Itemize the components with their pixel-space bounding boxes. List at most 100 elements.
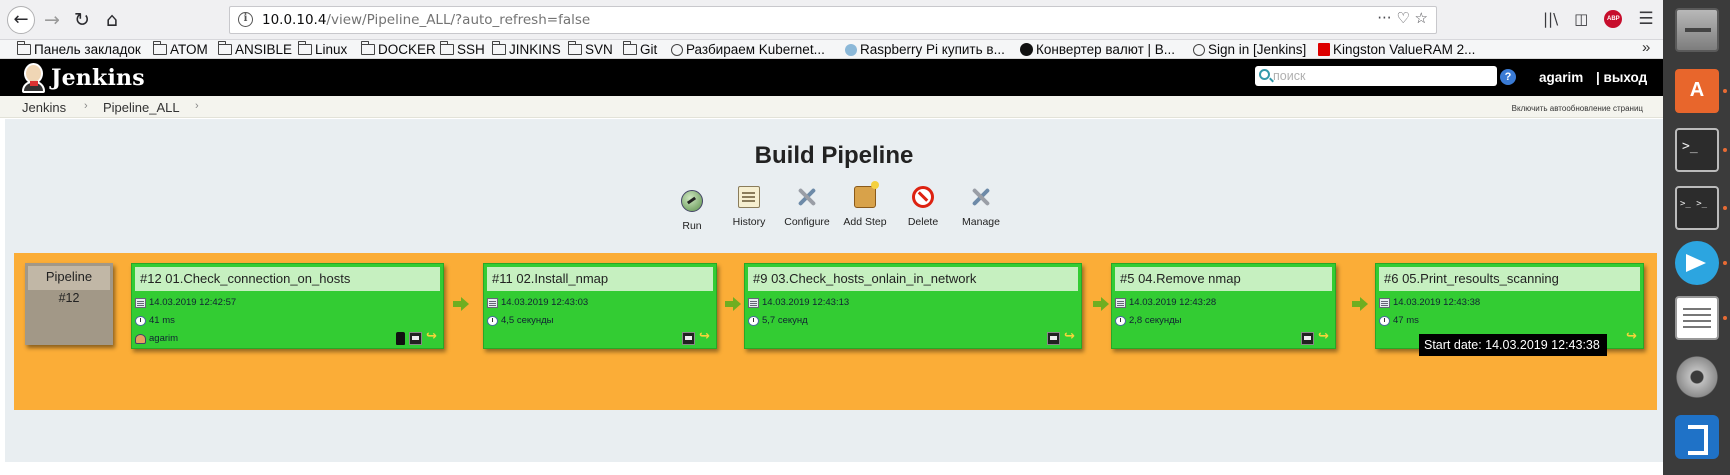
bookmark-ansible[interactable]: ANSIBLE <box>218 40 292 59</box>
build-duration: 4,5 секунды <box>487 315 554 326</box>
bookmark-label: Sign in [Jenkins] <box>1208 42 1307 57</box>
telegram-icon[interactable] <box>1675 241 1719 285</box>
search-icon <box>1259 69 1270 80</box>
vscode-icon[interactable] <box>1675 415 1719 459</box>
bookmark-converter[interactable]: Конвертер валют | В... <box>1020 40 1175 59</box>
build-title[interactable]: #6 05.Print_resoults_scanning <box>1379 267 1640 291</box>
console-icon[interactable] <box>409 332 422 345</box>
bookmark-jenkins-signin[interactable]: Sign in [Jenkins] <box>1193 40 1306 59</box>
site-info-icon[interactable]: i <box>238 12 253 27</box>
forward-button[interactable]: → <box>38 6 66 34</box>
terminal-split-icon[interactable] <box>1675 186 1719 230</box>
folder-icon <box>492 41 506 55</box>
running-indicator <box>1723 206 1727 210</box>
bookmarks-toolbar: Панель закладок ATOM ANSIBLE Linux DOCKE… <box>0 39 1663 59</box>
bookmark-label: DOCKER <box>378 42 436 57</box>
software-center-icon[interactable] <box>1675 69 1719 113</box>
bookmark-panel[interactable]: Панель закладок <box>17 40 141 59</box>
bookmark-kingston[interactable]: Kingston ValueRAM 2... <box>1318 40 1475 59</box>
build-title[interactable]: #5 04.Remove nmap <box>1115 267 1332 291</box>
history-label: History <box>732 216 766 228</box>
logout-link[interactable]: | выход <box>1596 70 1647 85</box>
bookmark-atom[interactable]: ATOM <box>153 40 208 59</box>
bookmark-linux[interactable]: Linux <box>298 40 347 59</box>
build-title[interactable]: #11 02.Install_nmap <box>487 267 713 291</box>
pipeline-label: Pipeline <box>28 266 110 290</box>
manage-button[interactable]: Manage <box>945 186 1017 228</box>
library-icon[interactable]: ||\ <box>1543 10 1558 28</box>
build-title[interactable]: #12 01.Check_connection_on_hosts <box>135 267 440 291</box>
files-icon[interactable] <box>1675 8 1719 52</box>
folder-icon <box>17 41 31 55</box>
url-bar[interactable]: i 10.0.10.4/view/Pipeline_ALL/?auto_refr… <box>229 6 1437 34</box>
build-date: 14.03.2019 12:43:38 <box>1379 297 1480 308</box>
text-editor-icon[interactable] <box>1675 296 1719 340</box>
rerun-icon[interactable] <box>426 329 439 345</box>
build-duration: 2,8 секунды <box>1115 315 1182 326</box>
build-user: agarim <box>135 333 178 344</box>
lock-icon[interactable] <box>396 332 405 345</box>
bookmarks-overflow-button[interactable]: » <box>1642 39 1650 56</box>
reload-button[interactable]: ↻ <box>68 6 96 34</box>
pipeline-header-block[interactable]: Pipeline #12 <box>25 263 113 345</box>
screen: ← → ↻ ⌂ i 10.0.10.4/view/Pipeline_ALL/?a… <box>0 0 1730 475</box>
build-date-text: 14.03.2019 12:43:13 <box>762 297 850 308</box>
calendar-icon <box>1379 297 1390 308</box>
terminal-icon[interactable] <box>1675 128 1719 172</box>
build-actions <box>1047 329 1077 345</box>
rerun-icon[interactable] <box>1064 329 1077 345</box>
manage-label: Manage <box>962 216 1000 228</box>
build-card[interactable]: #12 01.Check_connection_on_hosts 14.03.2… <box>131 263 444 349</box>
running-indicator <box>1723 89 1727 93</box>
pipeline-view: Build Pipeline Run History Configure Add… <box>5 119 1663 462</box>
build-card[interactable]: #11 02.Install_nmap 14.03.2019 12:43:03 … <box>483 263 717 349</box>
build-duration-text: 41 ms <box>149 315 175 326</box>
build-date-text: 14.03.2019 12:42:57 <box>149 297 237 308</box>
build-date: 14.03.2019 12:43:28 <box>1115 297 1216 308</box>
settings-icon[interactable] <box>1675 355 1719 399</box>
console-icon[interactable] <box>1301 332 1314 345</box>
bookmark-git[interactable]: Git <box>623 40 657 59</box>
pipeline-number: #12 <box>58 291 80 305</box>
rerun-icon[interactable] <box>1318 329 1331 345</box>
build-card[interactable]: #9 03.Check_hosts_onlain_in_network 14.0… <box>744 263 1082 349</box>
start-date-tooltip: Start date: 14.03.2019 12:43:38 <box>1419 334 1607 356</box>
bookmark-label: SVN <box>585 42 613 57</box>
bookmark-ssh[interactable]: SSH <box>440 40 485 59</box>
user-link[interactable]: agarim <box>1539 70 1583 85</box>
adblock-icon[interactable]: ABP <box>1604 10 1623 28</box>
arrow-right-icon <box>453 296 469 312</box>
jenkins-logo[interactable]: Jenkins <box>20 62 145 93</box>
page-actions[interactable]: ··· ♡ ☆ <box>1377 9 1428 27</box>
rerun-icon[interactable] <box>1626 329 1639 345</box>
build-duration-text: 47 ms <box>1393 315 1419 326</box>
enable-autorefresh-link[interactable]: Включить автообновление страниц <box>1512 104 1643 113</box>
build-title[interactable]: #9 03.Check_hosts_onlain_in_network <box>748 267 1078 291</box>
bookmark-docker[interactable]: DOCKER <box>361 40 436 59</box>
build-card[interactable]: #5 04.Remove nmap 14.03.2019 12:43:28 2,… <box>1111 263 1336 349</box>
search-input[interactable] <box>1273 67 1493 84</box>
bookmark-raspberry[interactable]: Raspberry Pi купить в... <box>845 40 1005 59</box>
breadcrumb-jenkins[interactable]: Jenkins <box>22 100 66 115</box>
help-icon[interactable]: ? <box>1500 69 1516 85</box>
url-text[interactable]: 10.0.10.4/view/Pipeline_ALL/?auto_refres… <box>262 12 590 28</box>
firefox-window: ← → ↻ ⌂ i 10.0.10.4/view/Pipeline_ALL/?a… <box>0 0 1663 475</box>
build-date-text: 14.03.2019 12:43:38 <box>1393 297 1481 308</box>
sidebar-icon[interactable]: ◫ <box>1574 10 1588 28</box>
bookmark-jinkins[interactable]: JINKINS <box>492 40 561 59</box>
url-path: /view/Pipeline_ALL/?auto_refresh=false <box>326 12 591 28</box>
ubuntu-launcher <box>1663 0 1730 475</box>
rerun-icon[interactable] <box>699 329 712 345</box>
raspberry-site-icon <box>845 43 857 56</box>
console-icon[interactable] <box>1047 332 1060 345</box>
search-box[interactable] <box>1255 66 1497 86</box>
bookmark-kubernetes[interactable]: Разбираем Kubernet... <box>671 40 825 59</box>
back-button[interactable]: ← <box>7 6 35 34</box>
console-icon[interactable] <box>682 332 695 345</box>
clock-icon <box>487 315 498 326</box>
breadcrumb-pipeline-all[interactable]: Pipeline_ALL <box>103 100 180 115</box>
bookmark-svn[interactable]: SVN <box>568 40 613 59</box>
globe-icon <box>1193 43 1205 56</box>
hamburger-menu-icon[interactable]: ☰ <box>1638 9 1653 29</box>
home-button[interactable]: ⌂ <box>98 6 126 34</box>
